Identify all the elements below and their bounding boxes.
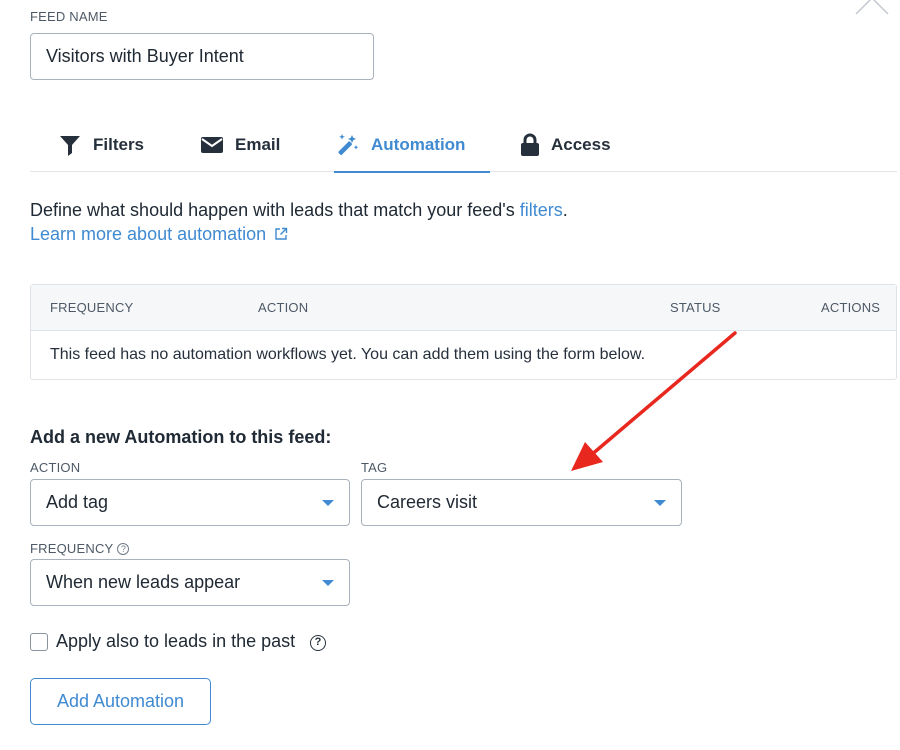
automation-description: Define what should happen with leads tha… xyxy=(30,198,568,222)
tab-filters-label: Filters xyxy=(93,135,145,154)
external-link-icon xyxy=(275,227,288,240)
table-empty-message: This feed has no automation workflows ye… xyxy=(50,346,646,363)
add-automation-button[interactable]: Add Automation xyxy=(30,678,211,725)
apply-past-label[interactable]: Apply also to leads in the past xyxy=(56,631,295,652)
tab-automation[interactable]: Automation xyxy=(334,118,490,173)
description-end: . xyxy=(562,200,568,220)
chevron-down-icon xyxy=(322,580,334,586)
action-select-value: Add tag xyxy=(46,492,109,512)
chevron-down-icon xyxy=(654,500,666,506)
collapse-chevron-icon[interactable] xyxy=(852,0,892,16)
column-action: ACTION xyxy=(258,300,309,315)
column-actions: ACTIONS xyxy=(821,300,881,315)
tab-bar: Filters Email Automation Access xyxy=(30,118,897,173)
feed-name-label: FEED NAME xyxy=(30,9,108,24)
tab-automation-label: Automation xyxy=(371,135,466,154)
filter-icon xyxy=(58,133,82,157)
tab-access-label: Access xyxy=(551,135,611,154)
tab-access[interactable]: Access xyxy=(520,118,611,172)
learn-more-link[interactable]: Learn more about automation xyxy=(30,222,288,246)
tag-label: TAG xyxy=(361,460,388,475)
frequency-label-row: FREQUENCY? xyxy=(30,541,130,556)
envelope-icon xyxy=(200,136,224,154)
form-title: Add a new Automation to this feed: xyxy=(30,427,332,447)
tab-email-label: Email xyxy=(235,135,281,154)
frequency-select-value: When new leads appear xyxy=(46,572,241,592)
column-status: STATUS xyxy=(670,300,721,315)
learn-more-label: Learn more about automation xyxy=(30,224,267,244)
description-text: Define what should happen with leads tha… xyxy=(30,200,520,220)
automation-table: FREQUENCY ACTION STATUS ACTIONS This fee… xyxy=(30,284,897,380)
tag-select[interactable]: Careers visit xyxy=(361,479,682,526)
filters-link[interactable]: filters xyxy=(520,200,563,220)
frequency-select[interactable]: When new leads appear xyxy=(30,559,350,606)
lock-icon xyxy=(520,133,540,157)
table-header: FREQUENCY ACTION STATUS ACTIONS xyxy=(31,285,896,331)
column-frequency: FREQUENCY xyxy=(50,300,134,315)
help-icon[interactable]: ? xyxy=(310,635,326,651)
apply-past-checkbox[interactable] xyxy=(30,633,48,651)
chevron-down-icon xyxy=(322,500,334,506)
feed-name-input[interactable]: Visitors with Buyer Intent xyxy=(30,33,374,80)
frequency-label: FREQUENCY xyxy=(30,541,114,556)
action-select[interactable]: Add tag xyxy=(30,479,350,526)
tab-email[interactable]: Email xyxy=(200,118,280,172)
help-icon[interactable]: ? xyxy=(117,543,130,555)
tag-select-value: Careers visit xyxy=(377,492,478,512)
action-label: ACTION xyxy=(30,460,81,475)
tab-filters[interactable]: Filters xyxy=(58,118,144,172)
magic-wand-icon xyxy=(334,133,360,157)
